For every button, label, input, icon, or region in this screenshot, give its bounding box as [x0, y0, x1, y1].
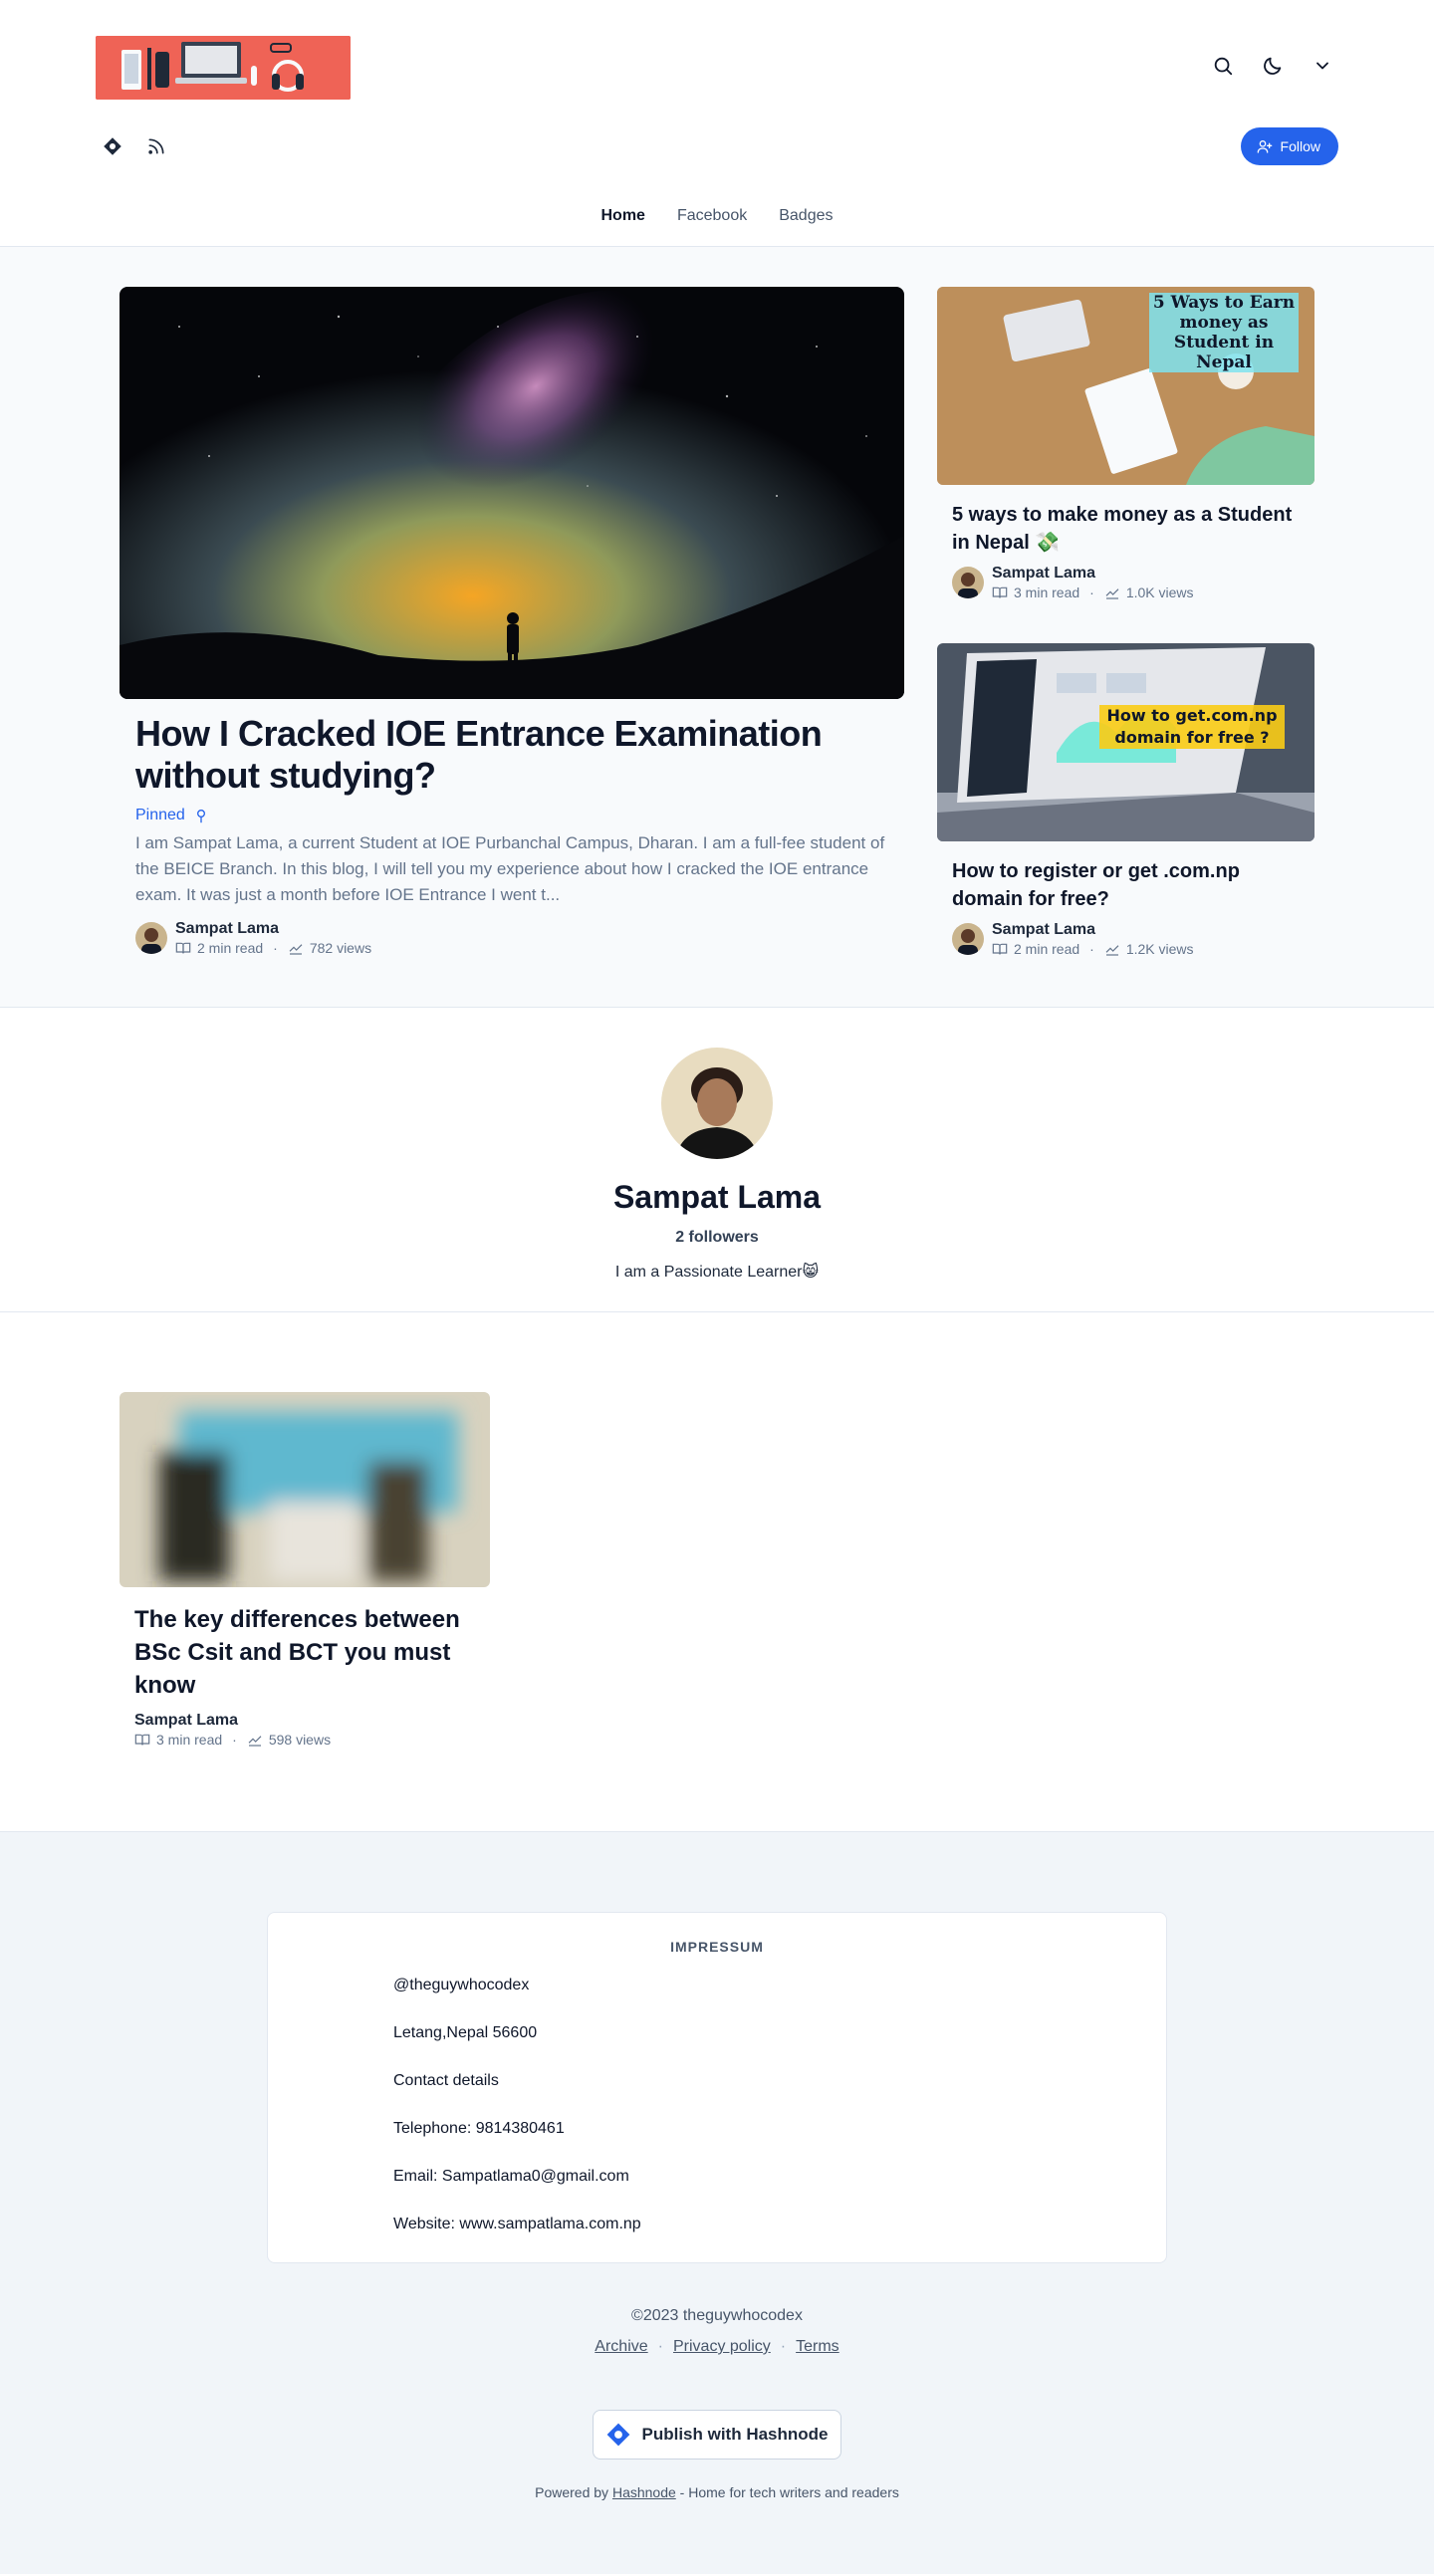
views-chart-icon — [1105, 588, 1119, 599]
featured-post-excerpt: I am Sampat Lama, a current Student at I… — [135, 833, 885, 904]
publish-with-hashnode-button[interactable]: Publish with Hashnode — [593, 2410, 841, 2459]
view-count: 1.2K views — [1125, 941, 1194, 957]
side-post-card[interactable]: How to get.com.np domain for free ? How … — [937, 643, 1314, 957]
side-post-cover-image[interactable]: 5 Ways to Earn money as Student in Nepal — [937, 287, 1314, 485]
featured-post-meta: Sampat Lama 2 min read · 782 views — [135, 920, 888, 956]
hashnode-link[interactable]: Hashnode — [612, 2484, 676, 2500]
book-icon — [134, 1734, 150, 1746]
nav-home[interactable]: Home — [601, 207, 645, 225]
read-time: 3 min read — [156, 1732, 223, 1748]
social-links — [98, 131, 171, 161]
search-icon[interactable] — [1207, 50, 1239, 82]
pinned-badge: Pinned — [135, 807, 888, 824]
powered-suffix: - Home for tech writers and readers — [679, 2484, 899, 2500]
post-stats: 2 min read · 1.2K views — [992, 941, 1194, 957]
view-count: 1.0K views — [1125, 585, 1194, 600]
author-avatar[interactable] — [952, 567, 984, 598]
footer-links: Archive · Privacy policy · Terms — [595, 2338, 839, 2355]
terms-link[interactable]: Terms — [796, 2338, 839, 2355]
site-footer: IMPRESSUM @theguywhocodex Letang,Nepal 5… — [0, 1832, 1434, 2574]
privacy-policy-link[interactable]: Privacy policy — [673, 2338, 771, 2355]
impressum-line: Email: Sampatlama0@gmail.com — [393, 2168, 629, 2185]
pin-icon — [196, 810, 205, 823]
author-name[interactable]: Sampat Lama — [134, 1712, 475, 1730]
author-name[interactable]: Sampat Lama — [992, 921, 1194, 939]
powered-prefix: Powered by — [535, 2484, 609, 2500]
featured-cover-image[interactable] — [120, 287, 904, 699]
header-actions — [1207, 50, 1338, 82]
impressum-line: Telephone: 9814380461 — [393, 2120, 565, 2137]
impressum-title: IMPRESSUM — [670, 1939, 764, 1955]
side-post-meta: Sampat Lama 2 min read · 1.2K views — [952, 921, 1300, 957]
featured-section: How I Cracked IOE Entrance Examination w… — [0, 247, 1434, 1008]
post-meta: Sampat Lama 3 min read · 598 views — [134, 1712, 475, 1748]
site-header: Follow Home Facebook Badges — [0, 0, 1434, 247]
publish-label: Publish with Hashnode — [641, 2425, 829, 2444]
read-time: 2 min read — [1014, 941, 1080, 957]
view-count: 598 views — [268, 1732, 332, 1748]
main-nav: Home Facebook Badges — [0, 207, 1434, 225]
post-stats: 3 min read · 1.0K views — [992, 585, 1194, 600]
archive-link[interactable]: Archive — [595, 2338, 647, 2355]
author-name[interactable]: Sampat Lama — [992, 565, 1194, 583]
nav-facebook[interactable]: Facebook — [677, 207, 747, 225]
chevron-down-icon[interactable] — [1307, 50, 1338, 82]
copyright: ©2023 theguywhocodex — [631, 2307, 803, 2324]
impressum-line: Website: www.sampatlama.com.np — [393, 2216, 641, 2232]
author-profile: Sampat Lama 2 followers I am a Passionat… — [0, 1008, 1434, 1312]
rss-icon[interactable] — [141, 131, 171, 161]
post-title[interactable]: The key differences between BSc Csit and… — [134, 1603, 475, 1702]
moon-icon[interactable] — [1257, 50, 1289, 82]
powered-by: Powered by Hashnode - Home for tech writ… — [0, 2484, 1434, 2500]
side-post-title[interactable]: 5 ways to make money as a Student in Nep… — [952, 501, 1300, 557]
post-cover-image[interactable] — [120, 1392, 490, 1587]
pinned-label: Pinned — [135, 807, 185, 823]
post-list: The key differences between BSc Csit and… — [0, 1312, 1434, 1832]
featured-post[interactable]: How I Cracked IOE Entrance Examination w… — [120, 287, 904, 956]
views-chart-icon — [1105, 945, 1119, 956]
follow-label: Follow — [1280, 138, 1320, 154]
book-icon — [992, 586, 1008, 598]
author-name[interactable]: Sampat Lama — [175, 920, 371, 938]
book-icon — [175, 942, 191, 954]
impressum-lines: @theguywhocodex Letang,Nepal 56600 Conta… — [393, 1973, 641, 2259]
views-chart-icon — [248, 1736, 262, 1747]
views-chart-icon — [289, 944, 303, 955]
user-plus-icon — [1257, 140, 1272, 153]
hashnode-icon[interactable] — [98, 131, 127, 161]
impressum-line: Contact details — [393, 2072, 499, 2089]
author-avatar[interactable] — [135, 922, 167, 954]
post-stats: 3 min read · 598 views — [134, 1732, 475, 1748]
view-count: 782 views — [309, 940, 372, 956]
side-post-card[interactable]: 5 Ways to Earn money as Student in Nepal… — [937, 287, 1314, 600]
profile-name: Sampat Lama — [612, 1179, 822, 1215]
follow-button[interactable]: Follow — [1240, 127, 1338, 165]
side-post-cover-text: 5 Ways to Earn money as Student in Nepal — [1149, 293, 1299, 372]
profile-bio: I am a Passionate Learner😸 — [614, 1264, 820, 1281]
post-card[interactable]: The key differences between BSc Csit and… — [120, 1392, 490, 1748]
post-stats: 2 min read · 782 views — [175, 940, 371, 956]
side-post-meta: Sampat Lama 3 min read · 1.0K views — [952, 565, 1300, 600]
book-icon — [992, 943, 1008, 955]
impressum-line: Letang,Nepal 56600 — [393, 2024, 538, 2041]
side-post-cover-image[interactable]: How to get.com.np domain for free ? — [937, 643, 1314, 841]
profile-avatar[interactable] — [661, 1048, 773, 1159]
blog-logo[interactable] — [96, 36, 351, 100]
impressum-line: @theguywhocodex — [393, 1977, 530, 1993]
follower-count[interactable]: 2 followers — [0, 1229, 1434, 1247]
impressum-card: IMPRESSUM @theguywhocodex Letang,Nepal 5… — [267, 1912, 1167, 2263]
nav-badges[interactable]: Badges — [779, 207, 833, 225]
side-post-title[interactable]: How to register or get .com.np domain fo… — [952, 857, 1300, 913]
read-time: 2 min read — [197, 940, 264, 956]
hashnode-icon — [607, 2423, 630, 2447]
side-post-cover-text: How to get.com.np domain for free ? — [1099, 705, 1285, 749]
featured-post-title[interactable]: How I Cracked IOE Entrance Examination w… — [135, 713, 888, 797]
author-avatar[interactable] — [952, 923, 984, 955]
read-time: 3 min read — [1014, 585, 1080, 600]
